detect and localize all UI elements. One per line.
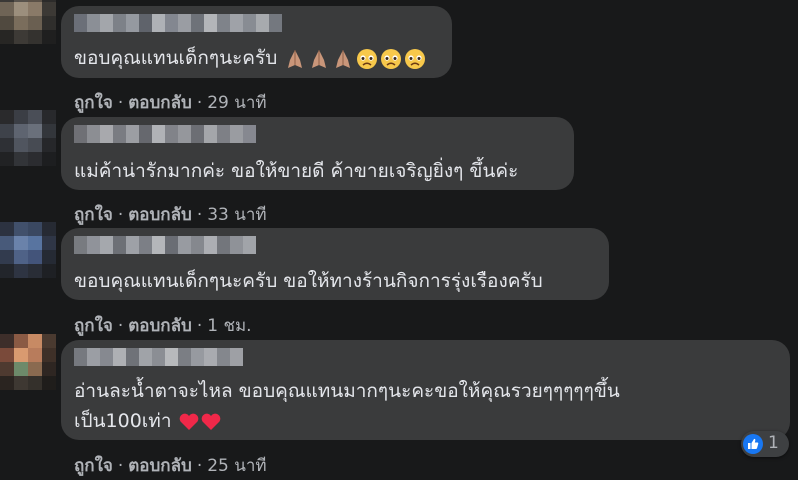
sad-face-emoji-icon [405,48,426,69]
separator: · [117,316,124,336]
heart-emoji-icon [201,413,220,430]
like-link[interactable]: ถูกใจ [74,456,113,476]
comment-actions: ถูกใจ · ตอบกลับ · 29 นาที [74,89,267,116]
reaction-summary[interactable]: 1 [741,431,789,457]
comment-timestamp[interactable]: 29 นาที [207,93,266,113]
pray-emoji-icon [312,49,327,68]
sad-face-emoji-icon [381,48,402,69]
avatar[interactable] [0,110,56,166]
commenter-name-blurred[interactable] [74,348,243,366]
heart-emoji-icon [179,413,198,430]
comment-actions: ถูกใจ · ตอบกลับ · 25 นาที [74,452,267,479]
comment-actions: ถูกใจ · ตอบกลับ · 1 ชม. [74,312,252,339]
comment-bubble: ขอบคุณแทนเด็กๆนะครับ [61,6,452,78]
comment-timestamp[interactable]: 25 นาที [207,456,266,476]
avatar[interactable] [0,0,56,44]
separator: · [196,93,203,113]
comment-text: ขอบคุณแทนเด็กๆนะครับ [74,43,427,73]
separator: · [117,93,124,113]
separator: · [196,456,203,476]
separator: · [196,205,203,225]
reaction-count: 1 [768,433,779,453]
comment-bubble: อ่านละน้ำตาจะไหล ขอบคุณแทนมากๆนะคะขอให้ค… [61,340,790,440]
comment-text-line-1: อ่านละน้ำตาจะไหล ขอบคุณแทนมากๆนะคะขอให้ค… [74,380,620,402]
comment-timestamp[interactable]: 33 นาที [207,205,266,225]
like-link[interactable]: ถูกใจ [74,316,113,336]
comment-text: ขอบคุณแทนเด็กๆนะครับ ขอให้ทางร้านกิจการร… [74,270,543,292]
comment-bubble: แม่ค้าน่ารักมากค่ะ ขอให้ขายดี ค้าขายเจริ… [61,117,574,190]
separator: · [196,316,203,336]
commenter-name-blurred[interactable] [74,236,256,254]
commenter-name-blurred[interactable] [74,125,256,143]
reply-link[interactable]: ตอบกลับ [128,316,192,336]
reply-link[interactable]: ตอบกลับ [128,456,192,476]
separator: · [117,205,124,225]
commenter-name-blurred[interactable] [74,14,282,32]
comment-text-line-2: เป็น100เท่า [74,406,222,436]
reply-link[interactable]: ตอบกลับ [128,205,192,225]
comment-bubble: ขอบคุณแทนเด็กๆนะครับ ขอให้ทางร้านกิจการร… [61,228,609,300]
like-icon [743,434,763,454]
like-link[interactable]: ถูกใจ [74,93,113,113]
pray-emoji-icon [336,49,351,68]
avatar[interactable] [0,222,56,278]
reply-link[interactable]: ตอบกลับ [128,93,192,113]
comment-actions: ถูกใจ · ตอบกลับ · 33 นาที [74,201,267,228]
comment-timestamp[interactable]: 1 ชม. [207,316,251,336]
pray-emoji-icon [288,49,303,68]
comment-text-content: เป็น100เท่า [74,410,172,432]
sad-face-emoji-icon [357,48,378,69]
separator: · [117,456,124,476]
comment-text: แม่ค้าน่ารักมากค่ะ ขอให้ขายดี ค้าขายเจริ… [74,160,519,182]
avatar[interactable] [0,334,56,390]
comment-text-content: ขอบคุณแทนเด็กๆนะครับ [74,47,278,69]
like-link[interactable]: ถูกใจ [74,205,113,225]
